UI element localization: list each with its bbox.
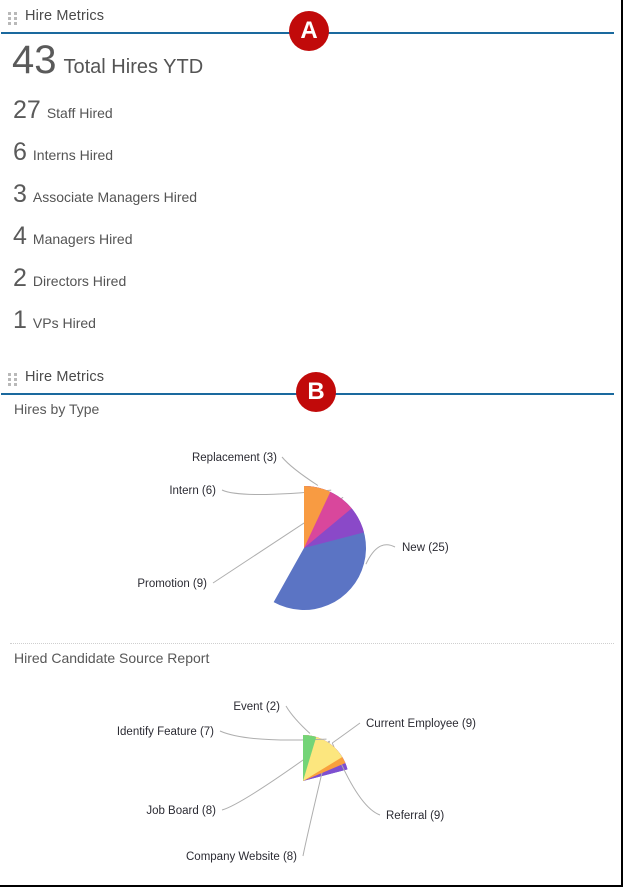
pie-chart-hires-by-type[interactable]: New (25) Promotion (9) Intern (6) Replaceme… [0,430,623,635]
section-divider [10,643,614,644]
chart-title-hired-candidate-source: Hired Candidate Source Report [14,650,210,666]
panel-title: Hire Metrics [25,369,105,385]
panel-title: Hire Metrics [25,8,105,24]
pie-leader-line [332,722,361,744]
chart-title-hires-by-type: Hires by Type [14,401,100,417]
pie-slice-label: Replacement (3) [192,452,277,464]
pie-leader-line [365,544,396,565]
pie-chart-hired-candidate-source[interactable]: Current Employee (9) Referral (9) Company … [0,688,623,878]
pie-slice-label: Intern (6) [169,485,216,497]
kpi-value: 1 [13,306,27,334]
kpi-associate-managers-hired: 3 Associate Managers Hired [0,180,600,222]
kpi-label: Managers Hired [32,231,133,247]
kpi-value: 2 [13,264,27,292]
kpi-label: Total Hires YTD [63,56,204,78]
pie-slice-label: Referral (9) [386,810,444,822]
kpi-managers-hired: 4 Managers Hired [0,222,600,264]
pie-slice-label: Job Board (8) [146,805,216,817]
kpi-label: Staff Hired [46,105,113,121]
kpi-vps-hired: 1 VPs Hired [0,306,600,348]
pie-leader-line [281,456,319,486]
kpi-label: Associate Managers Hired [32,189,198,205]
dashboard-page: Hire Metrics A 43 Total Hires YTD 27 Sta… [0,0,623,887]
annotation-badge-b: B [296,372,336,412]
annotation-badge-a: A [289,11,329,51]
kpi-label: Directors Hired [32,273,127,289]
pie-slice-label: Event (2) [233,701,280,713]
drag-handle-icon[interactable] [8,12,17,26]
kpi-value: 3 [13,180,27,208]
hire-kpi-list: 43 Total Hires YTD 27 Staff Hired 6 Inte… [0,38,600,348]
kpi-interns-hired: 6 Interns Hired [0,138,600,180]
pie-slice-label: Current Employee (9) [366,718,476,730]
kpi-staff-hired: 27 Staff Hired [0,96,600,138]
kpi-directors-hired: 2 Directors Hired [0,264,600,306]
kpi-value: 27 [13,96,41,124]
pie-slice-label: New (25) [402,542,449,554]
kpi-label: VPs Hired [32,315,96,331]
pie-slice-label: Company Website (8) [186,851,297,863]
drag-handle-icon[interactable] [8,373,17,387]
kpi-label: Interns Hired [32,147,114,163]
kpi-value: 4 [13,222,27,250]
pie-slice-label: Promotion (9) [137,578,207,590]
pie-leader-line [285,705,311,734]
pie-slice-label: Identify Feature (7) [117,726,214,738]
kpi-value: 43 [12,38,57,82]
kpi-value: 6 [13,138,27,166]
